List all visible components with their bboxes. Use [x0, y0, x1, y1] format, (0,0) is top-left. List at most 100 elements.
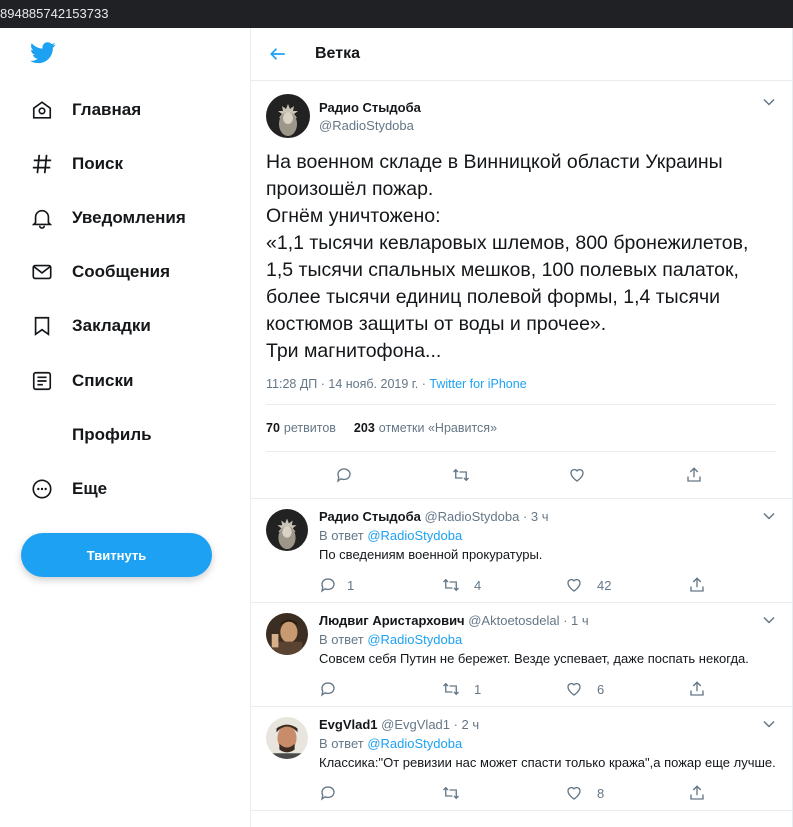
- reply-actions: 8: [319, 776, 792, 810]
- sidebar-item-label: Профиль: [72, 425, 152, 444]
- tweet-text: На военном складе в Винницкой области Ук…: [266, 151, 749, 362]
- reply-icon: [320, 578, 335, 593]
- reply-to-link[interactable]: @RadioStydoba: [367, 528, 462, 543]
- author-name[interactable]: Радио Стыдоба: [319, 100, 421, 115]
- retweets-count: 70: [266, 421, 280, 435]
- likes-stat[interactable]: 203 отметки «Нравится»: [354, 421, 497, 435]
- sidebar-item-label: Уведомления: [72, 208, 186, 227]
- reply-author-handle[interactable]: @EvgVlad1 · 2 ч: [381, 717, 479, 732]
- sidebar-item-lists[interactable]: Списки: [30, 365, 133, 397]
- tweet-button[interactable]: Твитнуть: [21, 533, 212, 577]
- reply-action[interactable]: 1: [319, 576, 442, 594]
- avatar[interactable]: [266, 94, 310, 138]
- reply-icon[interactable]: [335, 466, 353, 484]
- retweet-action[interactable]: [442, 784, 565, 802]
- profile-icon: [30, 423, 54, 447]
- reply-text: Классика:"От ревизии нас может спасти то…: [319, 755, 776, 770]
- sidebar-item-label: Поиск: [72, 154, 124, 173]
- avatar[interactable]: [266, 613, 308, 655]
- sidebar-item-notifications[interactable]: Уведомления: [30, 202, 186, 234]
- bell-icon: [30, 206, 54, 230]
- sidebar-item-profile[interactable]: Профиль: [30, 419, 152, 451]
- sidebar-item-home[interactable]: Главная: [30, 94, 141, 126]
- sidebar-item-label: Главная: [72, 100, 142, 119]
- share-action[interactable]: [688, 784, 792, 802]
- sidebar-item-bookmarks[interactable]: Закладки: [30, 310, 151, 342]
- sidebar-item-label: Списки: [72, 371, 134, 390]
- like-action[interactable]: 42: [565, 576, 688, 594]
- sidebar-item-label: Сообщения: [72, 262, 170, 281]
- author-handle[interactable]: @RadioStydoba: [319, 118, 421, 133]
- like-action[interactable]: 6: [565, 680, 688, 698]
- list-icon: [30, 369, 54, 393]
- tweet-meta: 11:28 ДП · 14 нояб. 2019 г. · Twitter fo…: [266, 377, 776, 405]
- reply-author-name[interactable]: Радио Стыдоба: [319, 509, 421, 524]
- sidebar-item-more[interactable]: Еще: [30, 473, 107, 505]
- tweet-timestamp[interactable]: 11:28 ДП · 14 нояб. 2019 г. ·: [266, 377, 429, 391]
- back-arrow-icon[interactable]: [269, 43, 291, 65]
- reply-text: Совсем себя Путин не бережет. Везде успе…: [319, 651, 749, 666]
- hashtag-icon: [30, 152, 54, 176]
- reply-author-name[interactable]: EvgVlad1: [319, 717, 378, 732]
- reply-tweet[interactable]: EvgVlad1 @EvgVlad1 · 2 ч В ответ @RadioS…: [251, 707, 792, 811]
- bookmark-icon: [30, 314, 54, 338]
- sidebar: Главная Поиск Уведомления Сообщения Закл…: [0, 28, 250, 827]
- tweet-source-link[interactable]: Twitter for iPhone: [429, 377, 526, 391]
- reply-to-prefix: В ответ: [319, 632, 368, 647]
- share-action[interactable]: [688, 680, 792, 698]
- chevron-down-icon[interactable]: [762, 717, 776, 731]
- thread-column: Ветка Радио Стыдоба @RadioStydoba На вое…: [250, 28, 793, 827]
- retweet-action[interactable]: 1: [442, 680, 565, 698]
- tweet-stats: 70 ретвитов 203 отметки «Нравится»: [266, 405, 776, 452]
- reply-author-name[interactable]: Людвиг Аристархович: [319, 613, 465, 628]
- reply-to-prefix: В ответ: [319, 528, 368, 543]
- sidebar-item-label: Закладки: [72, 316, 151, 335]
- chevron-down-icon[interactable]: [762, 613, 776, 627]
- reply-count: 1: [347, 577, 355, 593]
- sidebar-item-search[interactable]: Поиск: [30, 148, 123, 180]
- retweet-icon[interactable]: [452, 466, 470, 484]
- reply-tweet[interactable]: Людвиг Аристархович @Aktoetosdelal · 1 ч…: [251, 603, 792, 707]
- like-count: 6: [597, 681, 605, 697]
- reply-tweet[interactable]: Радио Стыдоба @RadioStydoba · 3 ч В отве…: [251, 499, 792, 603]
- focal-tweet: Радио Стыдоба @RadioStydoba На военном с…: [251, 81, 792, 499]
- reply-to-prefix: В ответ: [319, 736, 368, 751]
- chevron-down-icon[interactable]: [762, 95, 776, 109]
- reply-action[interactable]: [319, 784, 442, 802]
- share-icon[interactable]: [685, 466, 703, 484]
- share-icon: [690, 785, 704, 800]
- likes-label: отметки «Нравится»: [378, 421, 498, 435]
- share-icon: [690, 577, 704, 592]
- reply-action[interactable]: [319, 680, 442, 698]
- twitter-bird-icon[interactable]: [30, 42, 56, 64]
- page-title: Ветка: [315, 45, 360, 62]
- retweet-count: 4: [474, 577, 482, 593]
- share-icon: [690, 681, 704, 696]
- home-icon: [30, 98, 54, 122]
- tweet-actions: [266, 452, 776, 498]
- like-icon[interactable]: [568, 466, 586, 484]
- reply-author-handle[interactable]: @Aktoetosdelal · 1 ч: [468, 613, 588, 628]
- reply-icon: [320, 682, 335, 697]
- retweet-count: 1: [474, 681, 482, 697]
- retweet-icon: [443, 682, 459, 696]
- chevron-down-icon[interactable]: [762, 509, 776, 523]
- share-action[interactable]: [688, 576, 792, 594]
- avatar[interactable]: [266, 717, 308, 759]
- reply-author-handle[interactable]: @RadioStydoba · 3 ч: [424, 509, 548, 524]
- like-icon: [567, 578, 581, 592]
- retweets-stat[interactable]: 70 ретвитов: [266, 421, 336, 435]
- reply-to-line: В ответ @RadioStydoba: [319, 528, 792, 543]
- reply-to-link[interactable]: @RadioStydoba: [367, 632, 462, 647]
- retweet-icon: [443, 786, 459, 800]
- browser-url-bar[interactable]: 894885742153733: [0, 0, 793, 28]
- retweets-label: ретвитов: [283, 421, 336, 435]
- like-count: 42: [597, 577, 612, 593]
- avatar[interactable]: [266, 509, 308, 551]
- like-count: 8: [597, 785, 605, 801]
- sidebar-item-messages[interactable]: Сообщения: [30, 256, 170, 288]
- reply-to-link[interactable]: @RadioStydoba: [367, 736, 462, 751]
- thread-header: Ветка: [251, 28, 792, 81]
- retweet-action[interactable]: 4: [442, 576, 565, 594]
- like-action[interactable]: 8: [565, 784, 688, 802]
